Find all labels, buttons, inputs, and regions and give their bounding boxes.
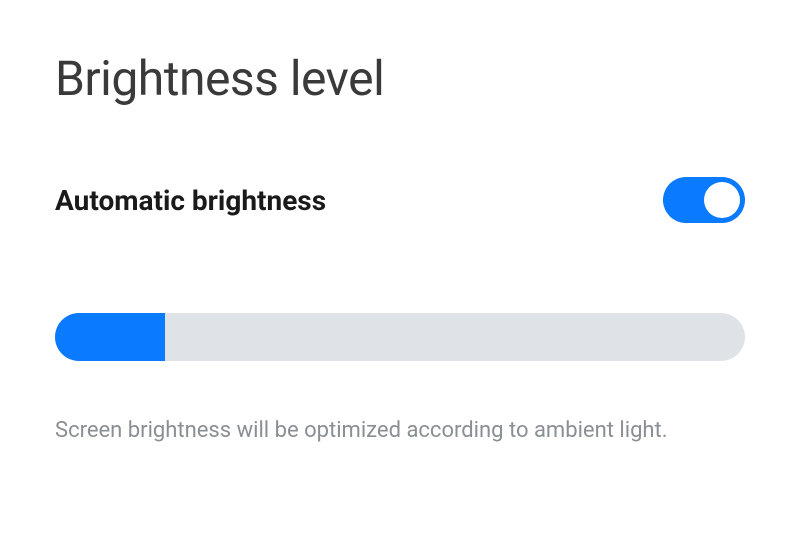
toggle-thumb-icon — [704, 182, 740, 218]
brightness-description: Screen brightness will be optimized acco… — [55, 416, 745, 447]
auto-brightness-row: Automatic brightness — [55, 177, 745, 223]
auto-brightness-label: Automatic brightness — [55, 184, 326, 217]
auto-brightness-toggle[interactable] — [663, 177, 745, 223]
brightness-slider-fill — [55, 313, 165, 361]
brightness-slider[interactable] — [55, 313, 745, 361]
page-title: Brightness level — [55, 50, 745, 107]
